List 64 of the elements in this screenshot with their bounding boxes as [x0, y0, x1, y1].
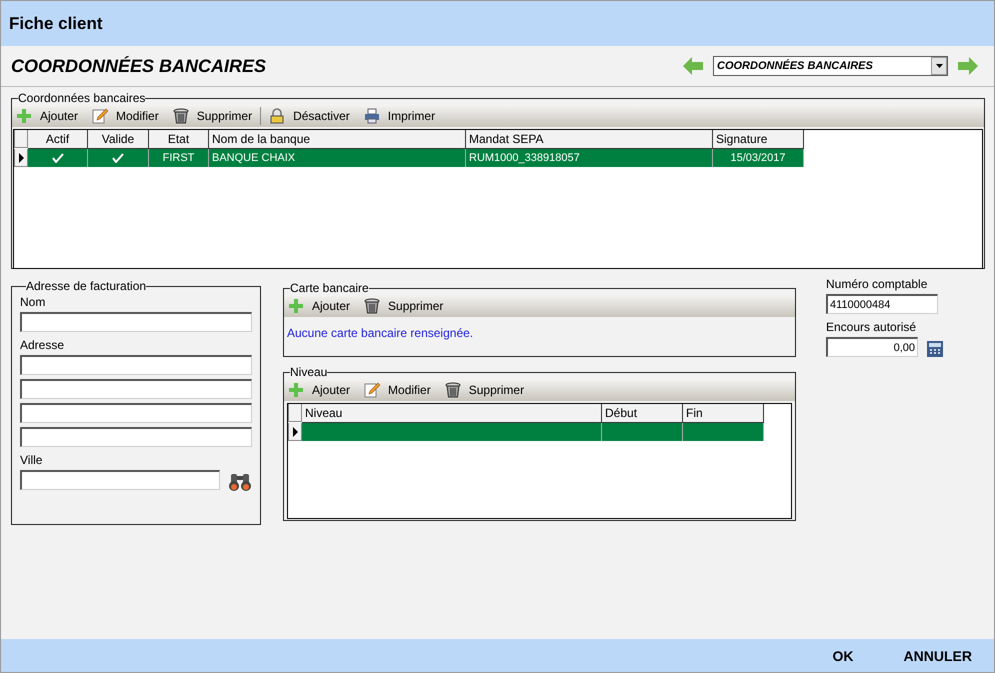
input-field[interactable]	[20, 470, 220, 490]
field-label: Nom	[20, 295, 46, 309]
trash-icon	[172, 108, 189, 124]
printer-icon	[364, 108, 380, 124]
column-header[interactable]: Nom de la banque	[209, 130, 466, 149]
binoculars-icon[interactable]	[228, 472, 252, 492]
input-field[interactable]: 4110000484	[826, 294, 938, 314]
dialog-button[interactable]: OK	[832, 648, 854, 664]
page-title: COORDONNÉES BANCAIRES	[11, 56, 266, 76]
field-label: Encours autorisé	[826, 320, 918, 334]
group-title: Coordonnées bancaires	[18, 91, 146, 105]
toolbar-button[interactable]: Désactiver	[269, 108, 350, 124]
calculator-icon[interactable]	[926, 340, 944, 358]
dropdown-button[interactable]	[931, 57, 947, 75]
column-header[interactable]: Signature	[713, 130, 804, 149]
input-field[interactable]	[20, 427, 252, 447]
toolbar-button[interactable]: Supprimer	[444, 382, 524, 398]
pencil-icon	[92, 108, 108, 124]
row-pointer-icon	[292, 426, 298, 436]
toolbar-button[interactable]: Ajouter	[288, 298, 350, 314]
column-header[interactable]: Début	[602, 404, 683, 423]
plus-icon	[16, 108, 32, 124]
plus-icon	[288, 382, 304, 398]
field-label: Numéro comptable	[826, 277, 928, 291]
table-cell: 15/03/2017	[713, 149, 804, 167]
check-icon	[52, 153, 64, 163]
toolbar-button[interactable]: Supprimer	[172, 108, 252, 124]
section-dropdown[interactable]: COORDONNÉES BANCAIRES	[713, 56, 948, 76]
column-header[interactable]: Actif	[28, 130, 88, 149]
group-title: Carte bancaire	[290, 281, 369, 295]
toolbar-button[interactable]: Supprimer	[364, 298, 444, 314]
column-header[interactable]: Mandat SEPA	[466, 130, 713, 149]
caret-icon	[936, 64, 942, 68]
row-pointer-icon	[18, 152, 24, 162]
column-header[interactable]: Valide	[88, 130, 149, 149]
toolbar-button[interactable]: Imprimer	[364, 108, 436, 124]
toolbar-button[interactable]: Modifier	[364, 382, 431, 398]
empty-message: Aucune carte bancaire renseignée.	[287, 326, 474, 340]
dialog-button[interactable]: ANNULER	[904, 648, 972, 664]
plus-icon	[288, 298, 304, 314]
input-field[interactable]	[20, 312, 252, 332]
table-cell: FIRST	[149, 149, 209, 167]
toolbar-button[interactable]: Ajouter	[288, 382, 350, 398]
column-header[interactable]: Fin	[683, 404, 764, 423]
table-cell: RUM1000_338918057	[466, 149, 713, 167]
trash-icon	[364, 298, 380, 314]
field-label: Ville	[20, 453, 44, 467]
padlock-icon	[269, 108, 286, 124]
window-title: Fiche client	[9, 14, 103, 34]
trash-icon	[444, 382, 461, 398]
input-field[interactable]	[20, 355, 252, 375]
toolbar-button[interactable]: Modifier	[92, 108, 159, 124]
field-label: Adresse	[20, 338, 66, 352]
column-header[interactable]: Niveau	[302, 404, 602, 423]
input-field[interactable]: 0,00	[826, 337, 918, 357]
check-icon	[112, 153, 124, 163]
group-title: Niveau	[290, 365, 328, 379]
pencil-icon	[364, 382, 380, 398]
toolbar-button[interactable]: Ajouter	[16, 108, 78, 124]
input-field[interactable]	[20, 379, 252, 399]
group-title: Adresse de facturation	[26, 279, 146, 293]
table-cell: BANQUE CHAIX	[209, 149, 466, 167]
input-field[interactable]	[20, 403, 252, 423]
column-header[interactable]: Etat	[149, 130, 209, 149]
